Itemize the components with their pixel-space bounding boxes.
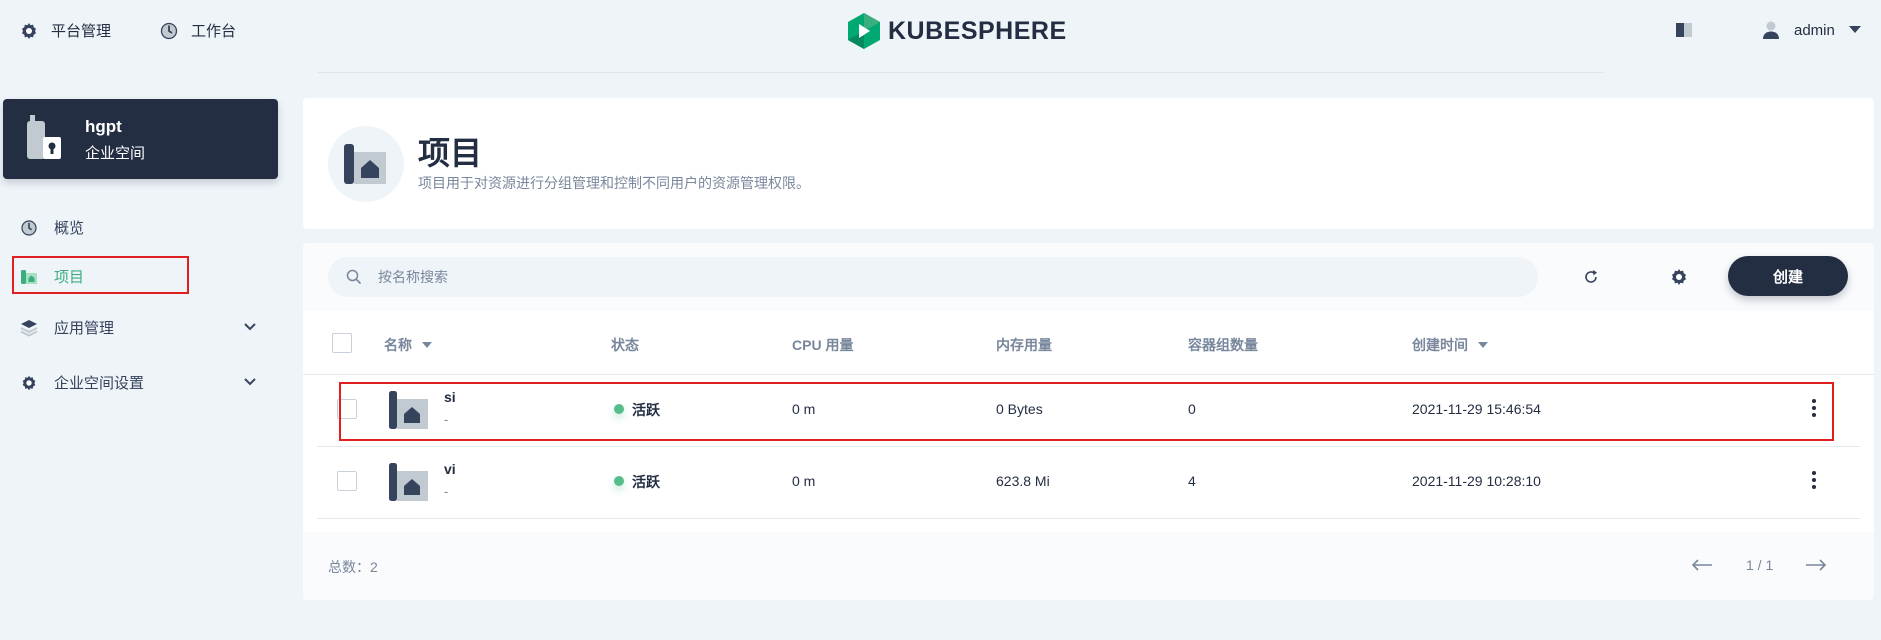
project-header-icon <box>328 126 404 202</box>
nav-workbench-label: 工作台 <box>191 23 237 40</box>
user-icon <box>1762 20 1780 40</box>
created-time: 2021-11-29 10:28:10 <box>1412 473 1541 489</box>
sidebar-item-label: 概览 <box>54 220 85 237</box>
workspace-icon <box>25 115 63 161</box>
chevron-down-icon <box>244 378 256 386</box>
more-options-icon[interactable] <box>1810 469 1818 491</box>
highlight-box-row <box>339 382 1834 441</box>
arrow-right-icon[interactable] <box>1805 559 1827 571</box>
gear-icon <box>19 21 39 41</box>
project-name-link[interactable]: vi <box>444 461 456 477</box>
sidebar-item-app-management[interactable]: 应用管理 <box>20 317 260 338</box>
user-name: admin <box>1794 21 1835 39</box>
gear-icon[interactable] <box>1669 267 1689 287</box>
column-header-cpu: CPU 用量 <box>792 337 854 353</box>
column-label: 创建时间 <box>1412 337 1468 353</box>
dashboard-icon <box>159 21 179 41</box>
workspace-type: 企业空间 <box>85 145 146 162</box>
status-dot <box>614 476 624 486</box>
column-header-memory: 内存用量 <box>996 337 1052 353</box>
arrow-left-icon[interactable] <box>1691 559 1713 571</box>
nav-workbench[interactable]: 工作台 <box>159 20 236 41</box>
status-text: 活跃 <box>632 474 660 490</box>
column-header-name[interactable]: 名称 <box>384 335 432 355</box>
column-header-pods: 容器组数量 <box>1188 337 1258 353</box>
sort-down-icon <box>422 342 432 348</box>
list-toolbar: 创建 <box>303 243 1874 311</box>
column-header-created[interactable]: 创建时间 <box>1412 335 1488 355</box>
top-divider <box>318 72 1603 73</box>
pagination-indicator: 1 / 1 <box>1746 557 1774 573</box>
sidebar-item-overview[interactable]: 概览 <box>20 217 260 238</box>
project-icon <box>389 461 429 503</box>
table-footer: 总数：2 1 / 1 <box>303 532 1874 600</box>
project-alias: - <box>444 484 449 499</box>
search-icon <box>346 269 362 285</box>
chevron-down-icon <box>1848 26 1861 34</box>
sidebar-item-workspace-settings[interactable]: 企业空间设置 <box>20 372 260 393</box>
logo-text: KUBESPHERE <box>888 16 1067 45</box>
kubesphere-logo-icon <box>848 13 880 49</box>
nav-platform-management[interactable]: 平台管理 <box>19 20 111 41</box>
page-header: 项目 项目用于对资源进行分组管理和控制不同用户的资源管理权限。 <box>303 98 1874 229</box>
highlight-box-sidebar <box>12 256 189 294</box>
dashboard-icon <box>20 219 38 237</box>
table-row[interactable]: vi - 活跃 0 m 623.8 Mi 4 2021-11-29 10:28:… <box>317 447 1860 519</box>
gear-icon <box>20 374 38 392</box>
create-button[interactable]: 创建 <box>1728 256 1848 296</box>
row-checkbox[interactable] <box>337 471 357 491</box>
select-all-checkbox[interactable] <box>332 333 352 353</box>
cpu-usage: 0 m <box>792 473 816 489</box>
sidebar-item-label: 企业空间设置 <box>54 375 145 392</box>
nav-platform-label: 平台管理 <box>51 23 112 40</box>
column-header-status: 状态 <box>611 337 639 353</box>
memory-usage: 623.8 Mi <box>996 473 1050 489</box>
chevron-down-icon <box>244 323 256 331</box>
table-header: 名称 状态 CPU 用量 内存用量 容器组数量 创建时间 <box>303 311 1874 375</box>
total-count: 总数：2 <box>328 559 378 575</box>
page-title: 项目 <box>418 135 483 171</box>
kubesphere-logo[interactable]: KUBESPHERE <box>848 13 1067 49</box>
sort-down-icon <box>1478 342 1488 348</box>
user-menu[interactable]: admin <box>1762 20 1861 40</box>
layers-icon <box>20 319 38 337</box>
column-label: 名称 <box>384 337 412 353</box>
search-input[interactable] <box>378 269 1478 285</box>
refresh-icon[interactable] <box>1581 267 1601 287</box>
pod-count: 4 <box>1188 473 1196 489</box>
workspace-card[interactable]: hgpt 企业空间 <box>3 99 278 179</box>
sidebar-item-label: 应用管理 <box>54 320 115 337</box>
document-icon[interactable] <box>1675 22 1693 38</box>
top-bar: 平台管理 工作台 KUBESPHERE admin <box>0 0 1881 64</box>
search-bar[interactable] <box>328 257 1538 297</box>
page-description: 项目用于对资源进行分组管理和控制不同用户的资源管理权限。 <box>418 175 810 191</box>
workspace-name: hgpt <box>85 117 122 136</box>
